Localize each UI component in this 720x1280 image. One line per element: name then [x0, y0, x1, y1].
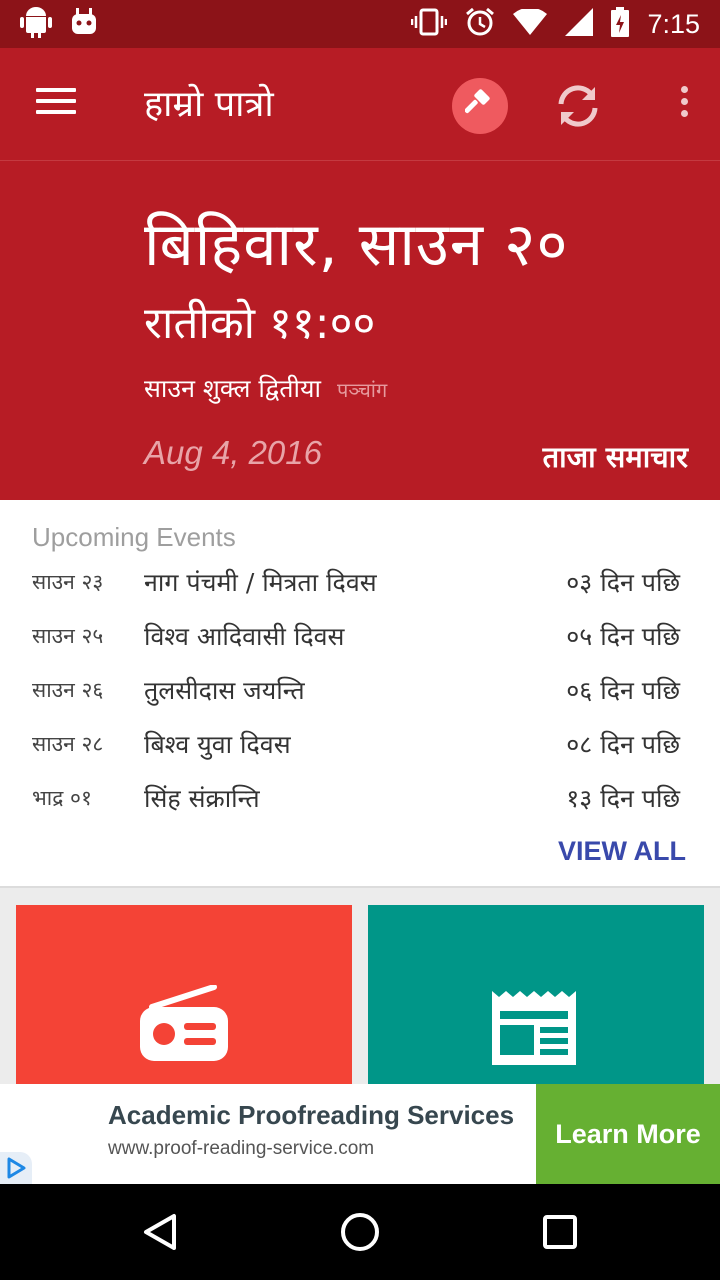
menu-icon [36, 88, 76, 92]
tithi-row: साउन शुक्ल द्वितीया पञ्चांग [144, 371, 387, 405]
event-row[interactable]: साउन २३ नाग पंचमी / मित्रता दिवस ०३ दिन … [0, 556, 720, 610]
event-name: तुलसीदास जयन्ति [144, 676, 305, 705]
event-days-left: ०८ दिन पछि [566, 730, 680, 759]
back-icon [136, 1214, 184, 1260]
signal-icon [565, 8, 594, 40]
today-time: रातीको ११:०० [144, 298, 376, 349]
event-row[interactable]: साउन २६ तुलसीदास जयन्ति ०६ दिन पछि [0, 664, 720, 718]
overflow-menu-button[interactable] [676, 86, 692, 122]
android-icon [20, 5, 52, 43]
event-days-left: ०६ दिन पछि [566, 676, 680, 705]
event-date: साउन २६ [32, 678, 104, 702]
alarm-icon [465, 7, 495, 41]
overflow-icon-dot [680, 110, 688, 117]
home-button[interactable] [336, 1208, 384, 1256]
today-day: बिहिवार, साउन २० [144, 210, 569, 280]
event-row[interactable]: साउन २८ बिश्व युवा दिवस ०८ दिन पछि [0, 718, 720, 772]
back-button[interactable] [136, 1208, 184, 1256]
menu-icon-bar [36, 110, 76, 114]
event-date: भाद्र ०१ [32, 786, 92, 810]
event-row[interactable]: साउन २५ विश्व आदिवासी दिवस ०५ दिन पछि [0, 610, 720, 664]
latest-news-link[interactable]: ताजा समाचार [543, 437, 688, 476]
tithi-text: साउन शुक्ल द्वितीया [144, 374, 321, 403]
overflow-icon [680, 86, 688, 93]
event-row[interactable]: भाद्र ०१ सिंह संक्रान्ति १३ दिन पछि [0, 772, 720, 826]
hammer-button[interactable] [452, 78, 508, 134]
event-date: साउन २३ [32, 570, 104, 594]
hammer-icon [464, 89, 495, 123]
recents-button[interactable] [536, 1208, 584, 1256]
event-days-left: १३ दिन पछि [566, 784, 680, 813]
vibrate-icon [411, 8, 448, 40]
status-bar: 7:15 [0, 0, 720, 48]
event-date: साउन २५ [32, 624, 104, 648]
english-date: Aug 4, 2016 [144, 434, 322, 471]
recents-icon [536, 1215, 584, 1260]
status-time: 7:15 [647, 8, 700, 39]
refresh-button[interactable] [552, 80, 604, 132]
battery-charging-icon [611, 7, 630, 41]
newspaper-icon [486, 985, 582, 1073]
event-name: विश्व आदिवासी दिवस [144, 622, 345, 651]
upcoming-events-card: Upcoming Events साउन २३ नाग पंचमी / मित्… [0, 500, 720, 888]
radio-icon [134, 984, 234, 1069]
home-icon [336, 1213, 384, 1260]
event-date: साउन २८ [32, 732, 104, 756]
events-title: Upcoming Events [32, 522, 236, 552]
wifi-icon [513, 7, 548, 39]
refresh-icon [552, 85, 604, 136]
app-toolbar: हाम्रो पात्रो [0, 48, 720, 160]
ad-banner[interactable]: Academic Proofreading Services www.proof… [0, 1084, 720, 1184]
ad-url[interactable]: www.proof-reading-service.com [108, 1138, 374, 1160]
ad-headline[interactable]: Academic Proofreading Services [108, 1100, 514, 1131]
system-navigation-bar [0, 1184, 720, 1280]
news-tile[interactable] [368, 905, 704, 1085]
event-name: बिश्व युवा दिवस [144, 730, 291, 759]
panchang-link[interactable]: पञ्चांग [337, 376, 387, 403]
event-name: सिंह संक्रान्ति [144, 784, 260, 813]
event-days-left: ०३ दिन पछि [566, 568, 680, 597]
ad-learn-more-button[interactable]: Learn More [536, 1084, 720, 1184]
adchoices-icon[interactable] [0, 1152, 32, 1184]
today-panel[interactable]: बिहिवार, साउन २० रातीको ११:०० साउन शुक्ल… [0, 160, 720, 500]
overflow-icon-dot [680, 98, 688, 105]
radio-tile[interactable] [16, 905, 352, 1085]
app-title: हाम्रो पात्रो [144, 84, 274, 125]
menu-button[interactable] [36, 88, 76, 120]
event-name: नाग पंचमी / मित्रता दिवस [144, 568, 377, 597]
android-debug-icon [70, 8, 98, 40]
menu-icon-bar [36, 99, 76, 103]
view-all-button[interactable]: VIEW ALL [558, 836, 686, 867]
event-days-left: ०५ दिन पछि [566, 622, 680, 651]
